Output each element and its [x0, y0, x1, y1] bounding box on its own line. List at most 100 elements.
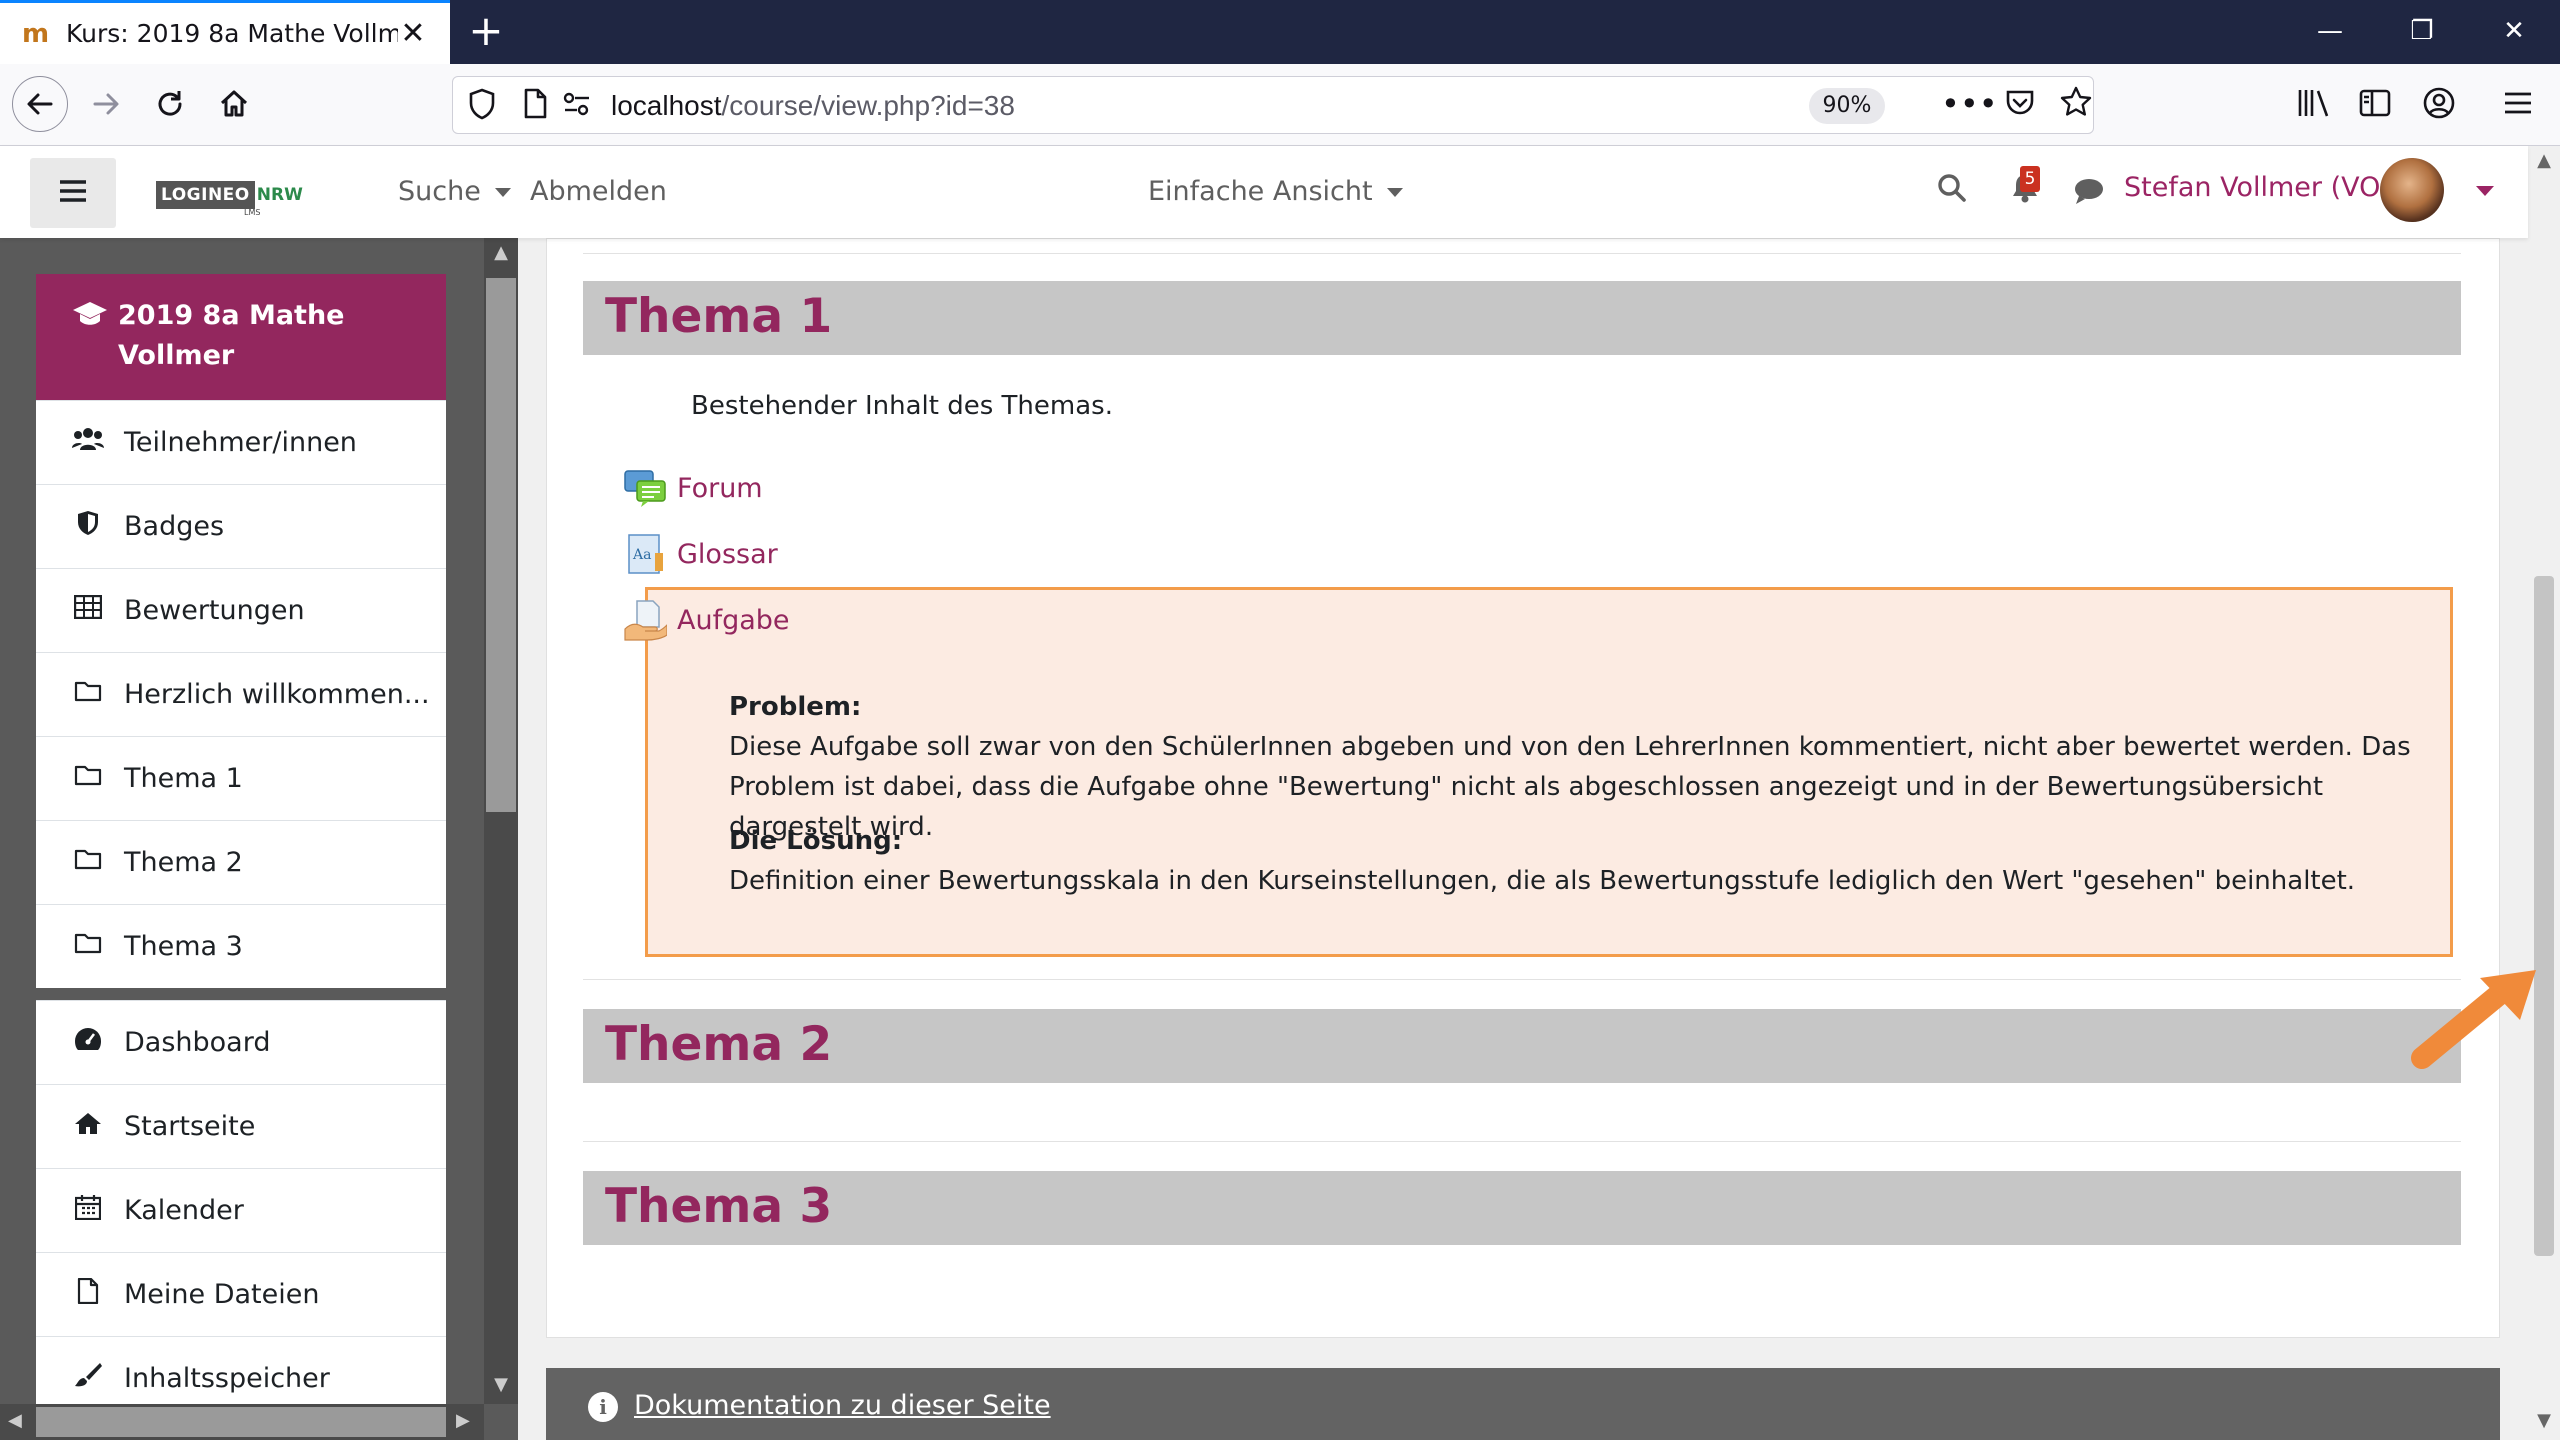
drawer-course-title: 2019 8a Mathe Vollmer	[118, 300, 345, 371]
page-scroll-up-icon[interactable]: ▲	[2528, 150, 2560, 171]
sidebar-item-thema1[interactable]: Thema 1	[36, 736, 446, 820]
users-icon	[72, 426, 104, 459]
sidebar-item-welcome[interactable]: Herzlich willkommen...	[36, 652, 446, 736]
view-mode-menu[interactable]: Einfache Ansicht	[1148, 176, 1403, 207]
tracking-shield-icon[interactable]	[467, 87, 497, 129]
info-icon: i	[588, 1392, 618, 1422]
more-actions-icon[interactable]: •••	[1941, 85, 1998, 123]
sidebar-item-startseite[interactable]: Startseite	[36, 1084, 446, 1168]
tab-close-icon[interactable]: ✕	[398, 16, 428, 51]
graduation-cap-icon	[72, 300, 108, 336]
scroll-right-icon[interactable]: ▶	[456, 1410, 470, 1431]
activity-link-label[interactable]: Forum	[677, 473, 763, 504]
sidebar-item-thema2[interactable]: Thema 2	[36, 820, 446, 904]
zoom-indicator[interactable]: 90%	[1809, 88, 1885, 124]
scroll-down-icon[interactable]: ▼	[484, 1374, 518, 1395]
activity-aufgabe[interactable]: Aufgabe	[623, 599, 790, 641]
activity-glossar[interactable]: Aa Glossar	[623, 533, 778, 575]
sidebar-item-label: Kalender	[124, 1195, 244, 1226]
scroll-up-icon[interactable]: ▲	[484, 242, 518, 263]
activity-link-label[interactable]: Glossar	[677, 539, 778, 570]
sidebar-item-grades[interactable]: Bewertungen	[36, 568, 446, 652]
home-icon	[72, 1111, 104, 1142]
activity-link-label[interactable]: Aufgabe	[677, 605, 790, 636]
sidebar-item-participants[interactable]: Teilnehmer/innen	[36, 400, 446, 484]
browser-tab-active[interactable]: m Kurs: 2019 8a Mathe Vollmer ✕	[0, 0, 450, 64]
minimize-icon[interactable]: —	[2284, 0, 2376, 64]
sidebar-item-label: Startseite	[124, 1111, 256, 1142]
url-bar[interactable]: localhost/course/view.php?id=38 90% •••	[452, 76, 2094, 134]
course-sections-card: Thema 1 Bestehender Inhalt des Themas. F…	[546, 238, 2500, 1338]
restore-icon[interactable]: ❐	[2376, 0, 2468, 64]
library-icon[interactable]	[2296, 86, 2332, 128]
documentation-link[interactable]: Dokumentation zu dieser Seite	[634, 1390, 1051, 1421]
home-icon[interactable]	[206, 76, 262, 132]
drawer-course-link[interactable]: 2019 8a Mathe Vollmer	[36, 274, 446, 400]
sidebar-item-thema3[interactable]: Thema 3	[36, 904, 446, 988]
site-logo[interactable]: LOGINEO NRW LMS	[156, 178, 303, 217]
tab-title: Kurs: 2019 8a Mathe Vollmer	[66, 19, 398, 48]
app-menu-icon[interactable]	[2502, 86, 2534, 128]
drawer-scroll-thumb[interactable]	[486, 278, 516, 812]
window-close-icon[interactable]: ✕	[2468, 0, 2560, 64]
browser-tabbar: m Kurs: 2019 8a Mathe Vollmer ✕ + — ❐ ✕	[0, 0, 2560, 64]
file-icon	[72, 1277, 104, 1311]
nav-drawer: 2019 8a Mathe Vollmer Teilnehmer/innen B…	[0, 238, 518, 1440]
messages-icon[interactable]	[2072, 176, 2106, 214]
solution-heading: Die Lösung:	[729, 826, 903, 856]
account-icon[interactable]	[2422, 86, 2456, 128]
section-title[interactable]: Thema 1	[605, 289, 832, 344]
reload-icon[interactable]	[142, 76, 198, 132]
section-summary: Bestehender Inhalt des Themas.	[691, 391, 1113, 421]
section-header-thema2: Thema 2	[583, 1009, 2461, 1083]
sidebar-item-label: Bewertungen	[124, 595, 305, 626]
logout-link[interactable]: Abmelden	[530, 176, 667, 207]
page-vertical-scrollbar[interactable]: ▲ ▼	[2528, 146, 2560, 1440]
drawer-hscroll-thumb[interactable]	[36, 1407, 446, 1437]
drawer-toggle-button[interactable]	[30, 158, 116, 228]
sidebar-item-label: Inhaltsspeicher	[124, 1363, 330, 1394]
user-avatar[interactable]	[2380, 158, 2444, 222]
dashboard-icon	[72, 1026, 104, 1059]
sidebar-item-label: Thema 1	[124, 763, 243, 794]
drawer-horizontal-scrollbar[interactable]: ◀ ▶	[0, 1404, 484, 1440]
activity-forum[interactable]: Forum	[623, 467, 763, 509]
section-title[interactable]: Thema 3	[605, 1179, 832, 1234]
section-separator	[583, 253, 2461, 254]
folder-icon	[72, 763, 104, 794]
pocket-icon[interactable]	[2003, 85, 2037, 127]
scroll-left-icon[interactable]: ◀	[8, 1410, 22, 1431]
folder-icon	[72, 847, 104, 878]
sidebar-item-label: Thema 3	[124, 931, 243, 962]
drawer-panel: 2019 8a Mathe Vollmer Teilnehmer/innen B…	[36, 274, 446, 1420]
back-icon[interactable]	[12, 76, 68, 132]
browser-navbar: localhost/course/view.php?id=38 90% •••	[0, 64, 2560, 146]
shield-icon	[72, 510, 104, 543]
section-title[interactable]: Thema 2	[605, 1017, 832, 1072]
notification-count-badge: 5	[2020, 166, 2040, 192]
sidebar-item-badges[interactable]: Badges	[36, 484, 446, 568]
search-menu[interactable]: Suche	[398, 176, 511, 207]
permissions-icon[interactable]	[561, 87, 593, 129]
drawer-vertical-scrollbar[interactable]: ▲ ▼	[484, 238, 518, 1404]
page-info-icon[interactable]	[521, 87, 549, 129]
folder-icon	[72, 679, 104, 710]
page-scroll-thumb[interactable]	[2534, 576, 2554, 1256]
search-icon[interactable]	[1936, 172, 1968, 212]
sidebar-item-label: Meine Dateien	[124, 1279, 320, 1310]
bookmark-star-icon[interactable]	[2059, 85, 2093, 127]
page-scroll-down-icon[interactable]: ▼	[2528, 1410, 2560, 1431]
new-tab-button[interactable]: +	[462, 6, 510, 58]
user-menu-caret-icon[interactable]	[2476, 186, 2494, 196]
solution-text: Definition einer Bewertungsskala in den …	[729, 866, 2356, 896]
forward-icon[interactable]	[78, 76, 134, 132]
url-text[interactable]: localhost/course/view.php?id=38	[611, 90, 1015, 122]
sidebar-toggle-icon[interactable]	[2358, 86, 2392, 128]
sidebar-item-label: Badges	[124, 511, 225, 542]
sidebar-item-dashboard[interactable]: Dashboard	[36, 1000, 446, 1084]
sidebar-item-label: Teilnehmer/innen	[124, 427, 357, 458]
sidebar-item-calendar[interactable]: Kalender	[36, 1168, 446, 1252]
table-icon	[72, 594, 104, 626]
sidebar-item-my-files[interactable]: Meine Dateien	[36, 1252, 446, 1336]
user-menu-name[interactable]: Stefan Vollmer (VOL)	[2124, 172, 2406, 203]
